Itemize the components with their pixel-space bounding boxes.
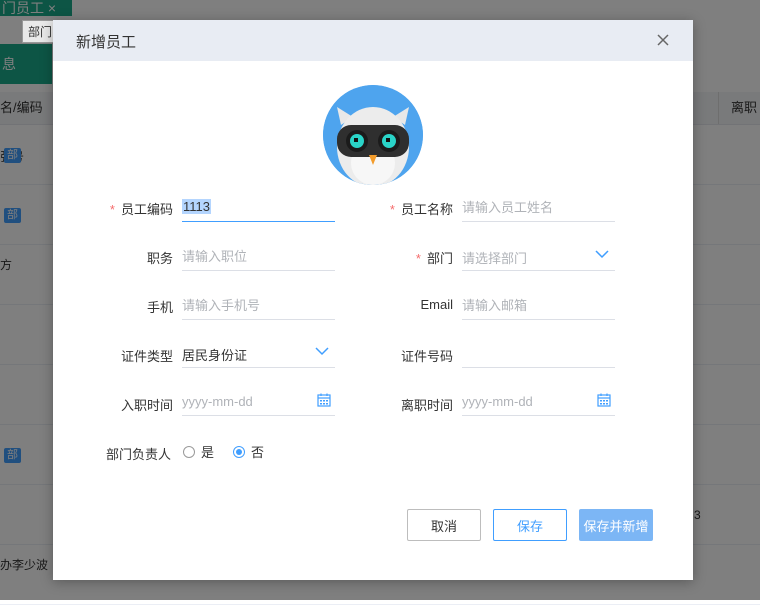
- email-field[interactable]: [462, 292, 615, 320]
- email-input[interactable]: [462, 292, 615, 319]
- radio-yes[interactable]: [183, 445, 195, 458]
- id-number-input[interactable]: [462, 340, 615, 367]
- department-placeholder: 请选择部门: [462, 251, 528, 266]
- leave-date-picker[interactable]: [462, 388, 615, 416]
- dialog-title: 新增员工: [76, 34, 137, 51]
- dialog-header: 新增员工: [53, 20, 693, 61]
- leave-date-label: 离职时间: [400, 398, 453, 413]
- hire-date-picker[interactable]: [182, 388, 335, 416]
- phone-input[interactable]: [182, 292, 335, 319]
- save-and-new-button[interactable]: 保存并新增: [579, 509, 653, 541]
- leave-date-input[interactable]: [462, 388, 615, 415]
- dept-head-yes-option[interactable]: 是: [183, 442, 214, 461]
- id-type-value: 居民身份证: [182, 348, 248, 363]
- phone-field[interactable]: [182, 292, 335, 320]
- save-button[interactable]: 保存: [493, 509, 567, 541]
- phone-label: 手机: [146, 300, 173, 315]
- id-type-label: 证件类型: [120, 349, 173, 364]
- email-label: Email: [420, 297, 453, 312]
- department-label: * 部门: [415, 251, 453, 266]
- dept-head-label: 部门负责人: [105, 447, 171, 462]
- radio-no[interactable]: [233, 445, 245, 458]
- id-number-label: 证件号码: [400, 349, 453, 364]
- hire-date-label: 入职时间: [120, 398, 173, 413]
- position-label: 职务: [146, 251, 173, 266]
- id-number-field[interactable]: [462, 340, 615, 368]
- employee-name-input[interactable]: [462, 194, 615, 221]
- employee-code-label: * 员工编码: [109, 202, 173, 217]
- employee-code-value: 1113: [182, 199, 211, 214]
- employee-code-field[interactable]: 1113: [182, 194, 335, 222]
- position-field[interactable]: [182, 243, 335, 271]
- position-input[interactable]: [182, 243, 335, 270]
- add-employee-dialog: 新增员工 * 员工编码 1113 * 员工名称 请输入员工姓名 职务 请输入职位…: [53, 20, 693, 580]
- department-select[interactable]: 请选择部门: [462, 243, 615, 271]
- required-mark: *: [415, 251, 421, 266]
- calendar-icon[interactable]: [317, 393, 331, 407]
- close-icon[interactable]: [655, 32, 671, 48]
- cancel-button[interactable]: 取消: [407, 509, 481, 541]
- employee-name-field[interactable]: [462, 194, 615, 222]
- chevron-down-icon[interactable]: [315, 346, 329, 356]
- hire-date-input[interactable]: [182, 388, 335, 415]
- owl-avatar[interactable]: [323, 85, 423, 185]
- chevron-down-icon[interactable]: [595, 249, 609, 259]
- required-mark: *: [109, 202, 115, 217]
- radio-no-label: 否: [251, 445, 265, 460]
- calendar-icon[interactable]: [597, 393, 611, 407]
- required-mark: *: [389, 202, 395, 217]
- employee-name-label: * 员工名称: [389, 202, 453, 217]
- dept-head-no-option[interactable]: 否: [233, 442, 264, 461]
- radio-yes-label: 是: [201, 445, 215, 460]
- id-type-select[interactable]: 居民身份证: [182, 340, 335, 368]
